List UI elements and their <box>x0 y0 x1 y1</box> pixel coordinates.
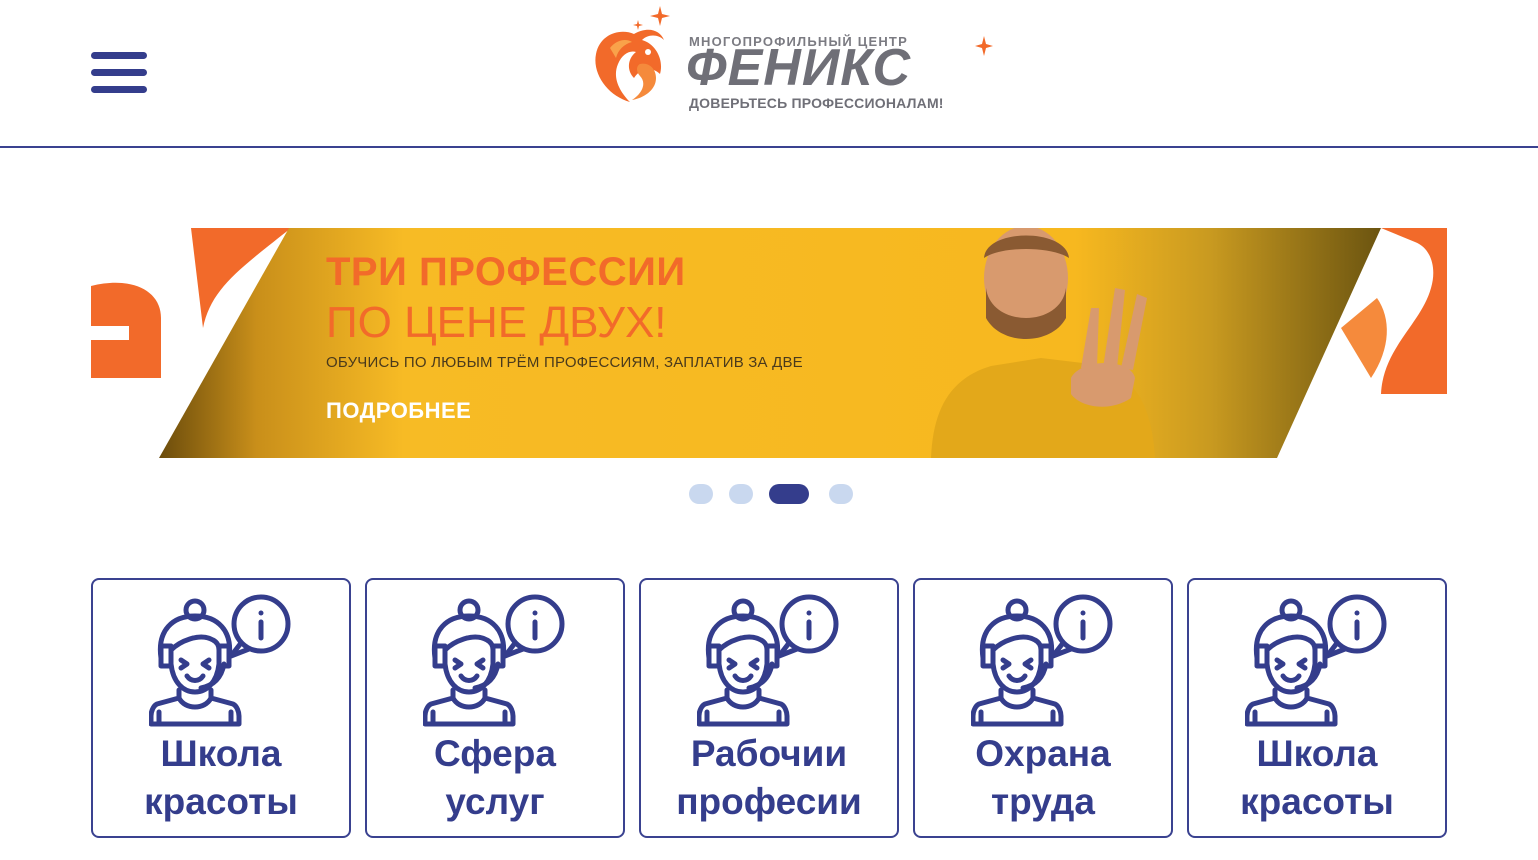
card-label-line2: услуг <box>445 781 545 822</box>
card-label-line1: Охрана <box>975 733 1111 774</box>
slider-dot-3[interactable] <box>769 484 809 504</box>
slider-dot-1[interactable] <box>689 484 713 504</box>
support-operator-info-icon <box>149 594 291 727</box>
card-label-line1: Рабочии <box>690 733 848 774</box>
logo-name: ФЕНИКС <box>686 39 912 97</box>
phoenix-logo-icon <box>595 6 670 103</box>
support-operator-info-icon <box>697 594 839 727</box>
logo-tagline: ДОВЕРЬТЕСЬ ПРОФЕССИОНАЛАМ! <box>689 95 944 111</box>
site-logo[interactable]: МНОГОПРОФИЛЬНЫЙ ЦЕНТР ФЕНИКС ДОВЕРЬТЕСЬ … <box>590 4 1000 116</box>
category-card[interactable]: Школа красоты <box>1187 578 1447 838</box>
support-operator-info-icon <box>971 594 1113 727</box>
sparkle-icon <box>975 36 993 56</box>
banner-background <box>91 228 1447 458</box>
category-card-label: Школа красоты <box>93 730 349 826</box>
banner-more-button[interactable]: ПОДРОБНЕЕ <box>326 398 471 424</box>
card-label-line1: Школа <box>160 733 282 774</box>
category-card[interactable]: Школа красоты <box>91 578 351 838</box>
slider-dot-4[interactable] <box>829 484 853 504</box>
card-label-line2: красоты <box>1240 781 1394 822</box>
category-card[interactable]: Рабочии професии <box>639 578 899 838</box>
category-card-label: Сфера услуг <box>367 730 623 826</box>
support-operator-info-icon <box>423 594 565 727</box>
category-card[interactable]: Охрана труда <box>913 578 1173 838</box>
support-operator-info-icon <box>1245 594 1387 727</box>
banner-description: ОБУЧИСЬ ПО ЛЮБЫМ ТРЁМ ПРОФЕССИЯМ, ЗАПЛАТ… <box>326 354 803 371</box>
site-header: МНОГОПРОФИЛЬНЫЙ ЦЕНТР ФЕНИКС ДОВЕРЬТЕСЬ … <box>0 0 1538 148</box>
hamburger-menu-icon[interactable] <box>91 52 147 94</box>
category-card-label: Рабочии професии <box>641 730 897 826</box>
promo-banner[interactable]: ТРИ ПРОФЕССИИ ПО ЦЕНЕ ДВУХ! ОБУЧИСЬ ПО Л… <box>91 228 1447 458</box>
category-card-label: Школа красоты <box>1189 730 1445 826</box>
card-label-line2: труда <box>991 781 1095 822</box>
category-card[interactable]: Сфера услуг <box>365 578 625 838</box>
banner-title: ТРИ ПРОФЕССИИ <box>326 250 686 294</box>
card-label-line2: красоты <box>144 781 298 822</box>
card-label-line2: професии <box>676 781 862 822</box>
category-card-label: Охрана труда <box>915 730 1171 826</box>
card-label-line1: Сфера <box>434 733 556 774</box>
slider-dot-2[interactable] <box>729 484 753 504</box>
card-label-line1: Школа <box>1256 733 1378 774</box>
banner-subtitle: ПО ЦЕНЕ ДВУХ! <box>326 298 667 347</box>
